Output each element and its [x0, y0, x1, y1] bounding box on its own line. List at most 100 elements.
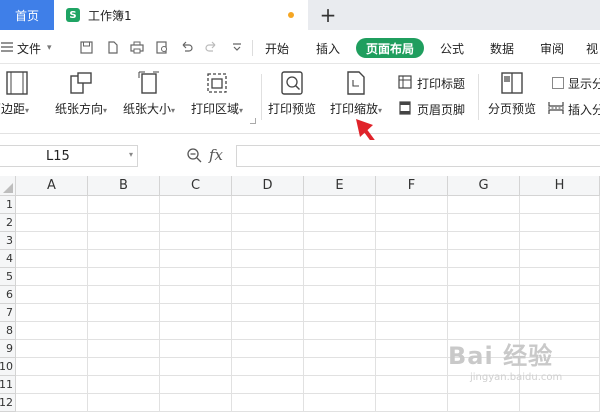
grid-cell[interactable] [520, 394, 600, 412]
tab-document[interactable]: S 工作簿1 [54, 0, 308, 30]
grid-cell[interactable] [376, 340, 448, 358]
grid-cell[interactable] [448, 304, 520, 322]
grid-cell[interactable] [88, 394, 160, 412]
grid-cell[interactable] [376, 196, 448, 214]
grid-cell[interactable] [16, 394, 88, 412]
grid-cell[interactable] [304, 340, 376, 358]
tab-formulas[interactable]: 公式 [440, 38, 464, 58]
show-page-breaks-checkbox[interactable]: 显示分 [552, 74, 600, 92]
grid-cell[interactable] [16, 268, 88, 286]
grid-cell[interactable] [88, 250, 160, 268]
grid-cell[interactable] [304, 304, 376, 322]
new-tab-button[interactable]: + [316, 2, 340, 28]
grid-cell[interactable] [232, 358, 304, 376]
ribbon-group-expand-icon[interactable] [250, 118, 256, 124]
column-header[interactable]: F [376, 176, 448, 196]
grid-cell[interactable] [160, 304, 232, 322]
print-preview-quick-icon[interactable] [154, 40, 170, 54]
row-header[interactable]: 8 [0, 322, 16, 340]
customize-quick-access-icon[interactable] [229, 40, 245, 54]
grid-cell[interactable] [232, 196, 304, 214]
grid-cell[interactable] [16, 304, 88, 322]
grid-cell[interactable] [88, 358, 160, 376]
grid-cell[interactable] [232, 304, 304, 322]
grid-cell[interactable] [232, 286, 304, 304]
tab-data[interactable]: 数据 [490, 38, 514, 58]
grid-cell[interactable] [88, 196, 160, 214]
grid-cell[interactable] [376, 232, 448, 250]
grid-cell[interactable] [88, 214, 160, 232]
print-preview-button[interactable]: 打印预览 [266, 70, 318, 117]
grid-cell[interactable] [376, 268, 448, 286]
grid-cell[interactable] [16, 340, 88, 358]
row-header[interactable]: 12 [0, 394, 16, 412]
grid-cell[interactable] [448, 196, 520, 214]
row-header[interactable]: 6 [0, 286, 16, 304]
row-header[interactable]: 4 [0, 250, 16, 268]
grid-cell[interactable] [88, 304, 160, 322]
grid-cell[interactable] [232, 340, 304, 358]
grid-cell[interactable] [16, 358, 88, 376]
row-header[interactable]: 2 [0, 214, 16, 232]
grid-cell[interactable] [520, 250, 600, 268]
grid-cell[interactable] [160, 214, 232, 232]
print-titles-button[interactable]: 打印标题 [398, 74, 465, 92]
insert-page-break-button[interactable]: 插入分 [548, 100, 600, 118]
row-header[interactable]: 1 [0, 196, 16, 214]
grid-cell[interactable] [232, 322, 304, 340]
save-icon[interactable] [78, 40, 94, 54]
grid-cell[interactable] [16, 376, 88, 394]
grid-cell[interactable] [160, 340, 232, 358]
column-header[interactable]: E [304, 176, 376, 196]
grid-cell[interactable] [16, 250, 88, 268]
grid-cell[interactable] [376, 358, 448, 376]
row-header[interactable]: 10 [0, 358, 16, 376]
grid-cell[interactable] [16, 214, 88, 232]
file-menu[interactable]: 文件 ▾ [17, 38, 52, 58]
page-break-preview-button[interactable]: 分页预览 [484, 70, 540, 117]
row-header[interactable]: 11 [0, 376, 16, 394]
grid-cell[interactable] [376, 214, 448, 232]
grid-cell[interactable] [232, 394, 304, 412]
print-area-button[interactable]: 打印区域▾ [186, 70, 248, 117]
tab-view[interactable]: 视 [586, 38, 598, 58]
insert-function-button[interactable]: fx [209, 146, 223, 164]
grid-cell[interactable] [16, 286, 88, 304]
grid-cell[interactable] [448, 250, 520, 268]
name-box[interactable]: L15 ▾ [0, 145, 138, 167]
zoom-search-icon[interactable] [186, 147, 202, 166]
grid-cell[interactable] [304, 196, 376, 214]
print-scale-button[interactable]: 打印缩放▾ [326, 70, 386, 117]
column-header[interactable]: D [232, 176, 304, 196]
select-all-corner[interactable] [0, 176, 16, 196]
grid-cell[interactable] [232, 376, 304, 394]
tab-page-layout[interactable]: 页面布局 [356, 38, 425, 58]
redo-icon[interactable] [203, 40, 219, 54]
grid-cell[interactable] [304, 394, 376, 412]
row-header[interactable]: 3 [0, 232, 16, 250]
grid-cell[interactable] [160, 250, 232, 268]
column-header[interactable]: B [88, 176, 160, 196]
grid-cell[interactable] [448, 394, 520, 412]
formula-input[interactable] [236, 145, 600, 167]
grid-cell[interactable] [160, 376, 232, 394]
grid-cell[interactable] [160, 322, 232, 340]
undo-icon[interactable] [178, 40, 194, 54]
grid-cell[interactable] [448, 232, 520, 250]
grid-cell[interactable] [304, 322, 376, 340]
grid-cell[interactable] [520, 286, 600, 304]
grid-cell[interactable] [160, 358, 232, 376]
grid-cell[interactable] [304, 214, 376, 232]
grid-cell[interactable] [88, 232, 160, 250]
grid-cell[interactable] [160, 394, 232, 412]
grid-cell[interactable] [16, 232, 88, 250]
grid-cell[interactable] [88, 340, 160, 358]
grid-cell[interactable] [376, 394, 448, 412]
grid-cell[interactable] [304, 250, 376, 268]
margins-button[interactable]: 页边距▾ [0, 70, 40, 117]
grid-cell[interactable] [88, 268, 160, 286]
grid-cell[interactable] [88, 376, 160, 394]
tab-home-ribbon[interactable]: 开始 [265, 38, 289, 58]
header-footer-button[interactable]: 页眉页脚 [398, 100, 465, 118]
grid-cell[interactable] [376, 322, 448, 340]
